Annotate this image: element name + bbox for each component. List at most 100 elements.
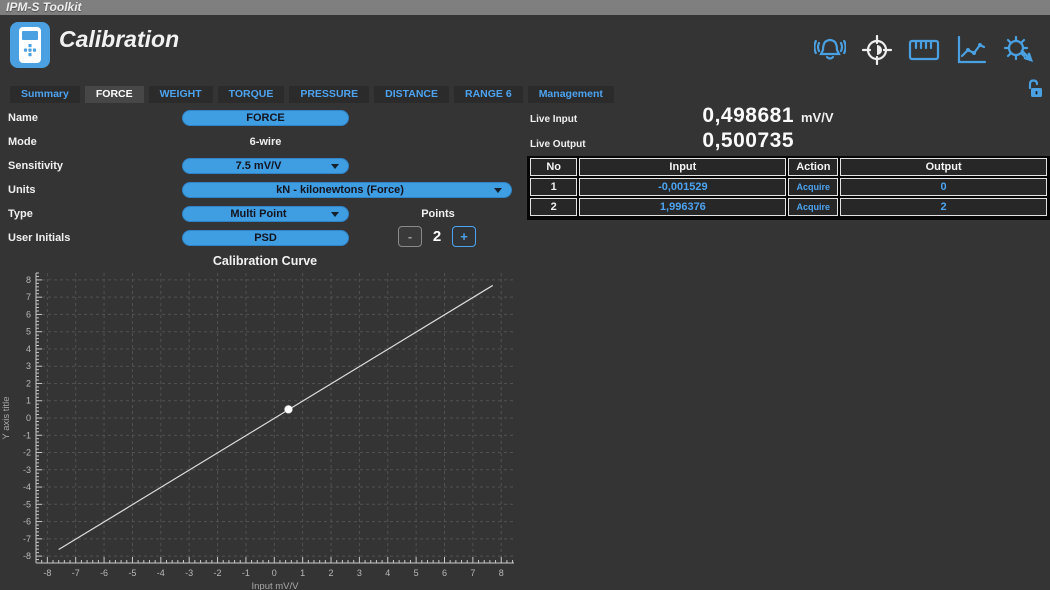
svg-text:-6: -6 <box>23 517 31 527</box>
svg-text:-7: -7 <box>23 534 31 544</box>
acquire-button[interactable]: Acquire <box>797 182 831 192</box>
units-value: kN - kilonewtons (Force) <box>276 184 404 196</box>
svg-text:-4: -4 <box>23 482 31 492</box>
tab-summary[interactable]: Summary <box>10 86 80 103</box>
user-initials-label: User Initials <box>8 232 70 244</box>
row2-action: Acquire <box>788 198 838 216</box>
svg-text:0: 0 <box>272 568 277 578</box>
col-header-no: No <box>530 158 577 176</box>
trend-chart-icon[interactable] <box>955 35 987 65</box>
col-header-action: Action <box>788 158 838 176</box>
chevron-down-icon <box>331 212 339 217</box>
svg-text:-8: -8 <box>23 551 31 561</box>
tab-pressure[interactable]: PRESSURE <box>289 86 369 103</box>
svg-text:8: 8 <box>26 275 31 285</box>
type-value: Multi Point <box>230 208 286 220</box>
sensitivity-select[interactable]: 7.5 mV/V <box>182 158 349 174</box>
app-header: Calibration <box>0 15 1050 77</box>
svg-text:1: 1 <box>26 396 31 406</box>
target-crosshair-icon[interactable] <box>861 35 893 65</box>
tab-weight[interactable]: WEIGHT <box>149 86 213 103</box>
gear-wrench-icon[interactable] <box>1002 35 1034 65</box>
live-input-value: 0,498681 <box>652 104 794 128</box>
svg-text:7: 7 <box>470 568 475 578</box>
svg-text:-1: -1 <box>242 568 250 578</box>
svg-text:Input mV/V: Input mV/V <box>252 581 300 590</box>
row2-input: 1,996376 <box>579 198 786 216</box>
chart-title: Calibration Curve <box>0 254 530 268</box>
chevron-down-icon <box>494 188 502 193</box>
svg-text:-4: -4 <box>157 568 165 578</box>
points-count: 2 <box>431 228 443 245</box>
svg-text:-1: -1 <box>23 430 31 440</box>
chevron-down-icon <box>331 164 339 169</box>
live-input-label: Live Input <box>530 114 577 125</box>
tab-force[interactable]: FORCE <box>85 86 144 103</box>
name-field[interactable]: FORCE <box>182 110 349 126</box>
svg-text:4: 4 <box>385 568 390 578</box>
acquire-button[interactable]: Acquire <box>797 202 831 212</box>
row1-output: 0 <box>840 178 1047 196</box>
titlebar: IPM-S Toolkit <box>0 0 1050 15</box>
svg-text:-2: -2 <box>214 568 222 578</box>
type-select[interactable]: Multi Point <box>182 206 349 222</box>
units-select[interactable]: kN - kilonewtons (Force) <box>182 182 512 198</box>
svg-text:2: 2 <box>329 568 334 578</box>
live-input-unit: mV/V <box>801 110 834 125</box>
sensitivity-label: Sensitivity <box>8 160 63 172</box>
tab-distance[interactable]: DISTANCE <box>374 86 449 103</box>
svg-text:-6: -6 <box>100 568 108 578</box>
svg-text:3: 3 <box>26 361 31 371</box>
svg-text:-5: -5 <box>23 499 31 509</box>
svg-text:-7: -7 <box>72 568 80 578</box>
svg-text:Y axis title: Y axis title <box>1 396 12 439</box>
page-title: Calibration <box>59 26 179 53</box>
row2-no: 2 <box>530 198 577 216</box>
row2-output: 2 <box>840 198 1047 216</box>
header-toolbar <box>814 35 1034 65</box>
alarm-bell-icon[interactable] <box>814 35 846 65</box>
table-header-row: No Input Action Output <box>530 158 1047 176</box>
svg-text:-5: -5 <box>128 568 136 578</box>
app-window: IPM-S Toolkit Calibration <box>0 0 1050 590</box>
app-logo-icon <box>10 22 50 68</box>
svg-text:5: 5 <box>414 568 419 578</box>
row1-input: -0,001529 <box>579 178 786 196</box>
table-row: 1 -0,001529 Acquire 0 <box>530 178 1047 196</box>
points-decrement-button[interactable]: - <box>398 226 422 247</box>
col-header-output: Output <box>840 158 1047 176</box>
svg-text:5: 5 <box>26 327 31 337</box>
tab-torque[interactable]: TORQUE <box>218 86 285 103</box>
svg-text:1: 1 <box>300 568 305 578</box>
svg-text:6: 6 <box>26 309 31 319</box>
app-title: IPM-S Toolkit <box>6 0 82 15</box>
name-label: Name <box>8 112 38 124</box>
col-header-input: Input <box>579 158 786 176</box>
live-output-value: 0,500735 <box>652 129 794 153</box>
svg-text:2: 2 <box>26 378 31 388</box>
points-increment-button[interactable]: + <box>452 226 476 247</box>
svg-text:8: 8 <box>499 568 504 578</box>
points-label: Points <box>398 208 478 220</box>
sensitivity-value: 7.5 mV/V <box>236 160 282 172</box>
tab-range6[interactable]: RANGE 6 <box>454 86 523 103</box>
table-row: 2 1,996376 Acquire 2 <box>530 198 1047 216</box>
type-label: Type <box>8 208 33 220</box>
svg-text:3: 3 <box>357 568 362 578</box>
row1-no: 1 <box>530 178 577 196</box>
unlock-icon[interactable] <box>1028 79 1042 99</box>
svg-text:-3: -3 <box>185 568 193 578</box>
mode-label: Mode <box>8 136 37 148</box>
ruler-icon[interactable] <box>908 35 940 65</box>
svg-text:-3: -3 <box>23 465 31 475</box>
row1-action: Acquire <box>788 178 838 196</box>
tab-management[interactable]: Management <box>528 86 614 103</box>
units-label: Units <box>8 184 36 196</box>
live-output-label: Live Output <box>530 139 586 150</box>
mode-value: 6-wire <box>182 136 349 148</box>
user-initials-field[interactable]: PSD <box>182 230 349 246</box>
calibration-points-table: No Input Action Output 1 -0,001529 Acqui… <box>527 156 1050 220</box>
tabbar: Summary FORCE WEIGHT TORQUE PRESSURE DIS… <box>10 86 614 103</box>
svg-text:-8: -8 <box>43 568 51 578</box>
svg-text:0: 0 <box>26 413 31 423</box>
